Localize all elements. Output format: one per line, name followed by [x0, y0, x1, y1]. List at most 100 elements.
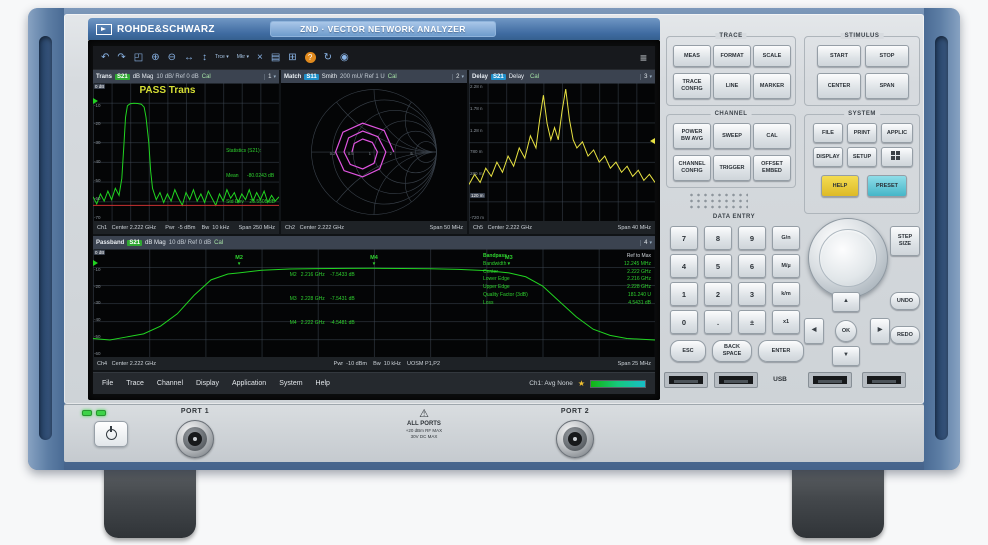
window-number-dropdown[interactable]: 4 [640, 240, 652, 246]
key-giga-nano[interactable]: G/n [772, 226, 800, 250]
nav-up-button[interactable]: ▲ [832, 292, 860, 312]
key-decimal[interactable]: . [704, 310, 732, 334]
key-kilo-milli[interactable]: k/m [772, 282, 800, 306]
marker-m2[interactable]: M2▼ [235, 255, 243, 266]
window-layout-icon[interactable]: ⊞ [288, 53, 296, 63]
menu-icon[interactable]: ≡ [640, 52, 647, 64]
port2-label: PORT 2 [550, 408, 600, 415]
help-button[interactable]: HELP [821, 175, 859, 197]
footer-mid: Pwr -5 dBm Bw 10 kHz [165, 225, 229, 231]
key-2[interactable]: 2 [704, 282, 732, 306]
step-size-button[interactable]: STEP SIZE [890, 226, 920, 256]
key-3[interactable]: 3 [738, 282, 766, 306]
window-number-dropdown[interactable]: 2 [452, 74, 464, 80]
marker-m4[interactable]: M4▼ [370, 255, 378, 266]
trace-header-passband[interactable]: Passband S21 dB Mag 10 dB/ Ref 0 dB Cal … [93, 236, 655, 249]
printer-icon[interactable]: ▤ [271, 53, 280, 63]
delete-trace-icon[interactable]: × [257, 53, 263, 63]
window-number-dropdown[interactable]: 3 [640, 74, 652, 80]
marker-readout: M2 2.216 GHz -7.5433 dB M3 2.228 GHz -7.… [290, 255, 355, 343]
speaker-grille [688, 192, 748, 210]
print-button[interactable]: PRINT [847, 123, 877, 143]
autoscale-icon[interactable]: ↕ [202, 53, 207, 63]
zoom-in-icon[interactable]: ⊕ [151, 53, 159, 63]
sparam-badge: S21 [491, 74, 506, 80]
marker-triangle-icon: ▼ [237, 262, 241, 267]
trace-header-match[interactable]: Match S11 Smith 200 mU/ Ref 1 U Cal 2 [281, 70, 467, 83]
cal-button[interactable]: CAL [753, 123, 791, 149]
key-0[interactable]: 0 [670, 310, 698, 334]
sweep-button[interactable]: SWEEP [713, 123, 751, 149]
file-button[interactable]: FILE [813, 123, 843, 143]
enter-button[interactable]: ENTER [758, 340, 804, 362]
footer-left: Ch4 Center 2.222 GHz [97, 361, 156, 367]
key-6[interactable]: 6 [738, 254, 766, 278]
key-x1[interactable]: x1 [772, 310, 800, 334]
nav-right-button[interactable]: ▶ [870, 318, 890, 344]
menu-trace[interactable]: Trace [126, 380, 144, 387]
key-8[interactable]: 8 [704, 226, 732, 250]
key-9[interactable]: 9 [738, 226, 766, 250]
touchscreen[interactable]: ↶ ↷ ◰ ⊕ ⊖ ↔ ↕ Trce ▾ Mkr ▾ × ▤ ⊞ ? ↻ [93, 46, 655, 394]
key-7[interactable]: 7 [670, 226, 698, 250]
nav-left-button[interactable]: ◀ [804, 318, 824, 344]
key-mega-micro[interactable]: M/µ [772, 254, 800, 278]
format-button[interactable]: FORMAT [713, 45, 751, 67]
refresh-icon[interactable]: ↻ [324, 53, 332, 63]
key-5[interactable]: 5 [704, 254, 732, 278]
windows-key-button[interactable] [881, 147, 913, 167]
undo-button[interactable]: UNDO [890, 292, 920, 310]
redo-button[interactable]: REDO [890, 326, 920, 344]
group-label: SYSTEM [844, 111, 880, 117]
menu-system[interactable]: System [279, 380, 302, 387]
bp-label: Upper Edge [483, 284, 510, 292]
meas-button[interactable]: MEAS [673, 45, 711, 67]
window-number-dropdown[interactable]: 1 [264, 74, 276, 80]
key-1[interactable]: 1 [670, 282, 698, 306]
menu-channel[interactable]: Channel [157, 380, 183, 387]
help-icon[interactable]: ? [305, 52, 316, 63]
trigger-button[interactable]: TRIGGER [713, 155, 751, 181]
menu-help[interactable]: Help [316, 380, 330, 387]
trace-header-trans[interactable]: Trans S21 dB Mag 10 dB/ Ref 0 dB Cal 1 [93, 70, 279, 83]
stop-button[interactable]: STOP [865, 45, 909, 67]
scale-button[interactable]: SCALE [753, 45, 791, 67]
nav-down-button[interactable]: ▼ [832, 346, 860, 366]
ok-button[interactable]: OK [835, 320, 857, 342]
span-button[interactable]: SPAN [865, 73, 909, 99]
screenshot-icon[interactable]: ◉ [340, 53, 349, 63]
trace-config-button[interactable]: TRACE CONFIG [673, 73, 711, 99]
channel-config-button[interactable]: CHANNEL CONFIG [673, 155, 711, 181]
redo-icon[interactable]: ↷ [117, 53, 125, 63]
rohde-schwarz-logo-icon [96, 24, 112, 35]
port2-connector [556, 420, 594, 458]
backspace-button[interactable]: BACK SPACE [712, 340, 752, 362]
center-button[interactable]: CENTER [817, 73, 861, 99]
trace-select-icon[interactable]: Trce ▾ [215, 55, 229, 61]
marker-button[interactable]: MARKER [753, 73, 791, 99]
span-full-icon[interactable]: ↔ [184, 53, 194, 63]
menu-display[interactable]: Display [196, 380, 219, 387]
power-button[interactable] [94, 421, 128, 447]
power-bw-avg-button[interactable]: POWER BW AVG [673, 123, 711, 149]
key-4[interactable]: 4 [670, 254, 698, 278]
menu-file[interactable]: File [102, 380, 113, 387]
preset-button[interactable]: PRESET [867, 175, 907, 197]
applic-button[interactable]: APPLIC [881, 123, 913, 143]
rotary-knob[interactable] [808, 218, 888, 298]
setup-button[interactable]: SETUP [847, 147, 877, 167]
zoom-out-icon[interactable]: ⊖ [168, 53, 176, 63]
start-button[interactable]: START [817, 45, 861, 67]
favorite-star-icon[interactable]: ★ [578, 379, 585, 388]
offset-embed-button[interactable]: OFFSET EMBED [753, 155, 791, 181]
key-plus-minus[interactable]: ± [738, 310, 766, 334]
ref-marker-icon [650, 138, 655, 144]
zoom-select-icon[interactable]: ◰ [134, 53, 143, 63]
undo-icon[interactable]: ↶ [101, 53, 109, 63]
display-button[interactable]: DISPLAY [813, 147, 843, 167]
marker-select-icon[interactable]: Mkr ▾ [237, 55, 249, 61]
esc-button[interactable]: ESC [670, 340, 706, 362]
menu-application[interactable]: Application [232, 380, 266, 387]
line-button[interactable]: LINE [713, 73, 751, 99]
trace-header-delay[interactable]: Delay S21 Delay Cal 3 [469, 70, 655, 83]
